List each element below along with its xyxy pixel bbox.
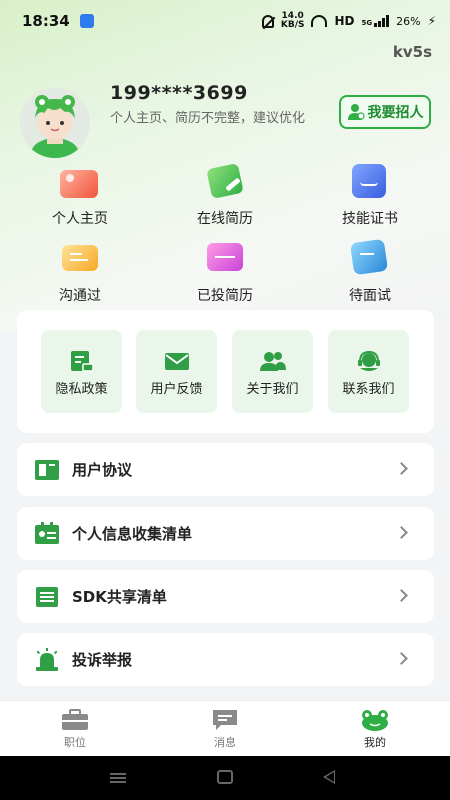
- tile-user-feedback[interactable]: 用户反馈: [136, 330, 217, 413]
- signal-icon: 5G: [361, 15, 390, 27]
- quick-link-label: 待面试: [349, 288, 391, 304]
- row-complaint-report[interactable]: 投诉举报: [17, 633, 434, 686]
- homepage-icon: [58, 162, 102, 202]
- service-card: 隐私政策 用户反馈 关于我们 联系我们: [17, 310, 434, 433]
- app-notification-icon: [79, 14, 94, 28]
- frog-avatar-icon: [20, 88, 90, 158]
- tile-privacy-policy[interactable]: 隐私政策: [41, 330, 122, 413]
- nav-label: 我的: [364, 736, 386, 749]
- device-label: kv5s: [392, 43, 432, 61]
- message-icon: [211, 709, 239, 731]
- resume-edit-icon: [203, 162, 247, 202]
- profile-hint[interactable]: 个人主页、简历不完整，建议优化: [110, 110, 320, 128]
- recruit-button-label: 我要招人: [367, 105, 424, 121]
- quick-link-label: 技能证书: [342, 211, 398, 227]
- battery-level: 26%: [396, 14, 421, 28]
- quick-link-interview[interactable]: 待面试: [310, 238, 430, 305]
- back-icon[interactable]: [323, 770, 335, 784]
- chevron-right-icon: [395, 652, 408, 665]
- row-label: 投诉举报: [72, 651, 133, 669]
- row-label: 个人信息收集清单: [72, 525, 193, 543]
- users-icon: [259, 350, 286, 372]
- nav-mine[interactable]: 我的: [330, 709, 420, 750]
- chat-icon: [58, 239, 102, 279]
- row-sdk-share-list[interactable]: SDK共享清单: [17, 570, 434, 623]
- alarm-icon: [34, 647, 60, 672]
- row-label: 用户协议: [72, 461, 133, 479]
- row-personal-info-list[interactable]: 个人信息收集清单: [17, 507, 434, 560]
- wifi-icon: [311, 15, 328, 27]
- network-speed: 14.0 KB/S: [281, 12, 305, 30]
- chevron-right-icon: [395, 526, 408, 539]
- tile-label: 用户反馈: [150, 382, 203, 397]
- frog-icon: [361, 709, 389, 731]
- sent-resume-icon: [203, 239, 247, 279]
- home-icon[interactable]: [217, 770, 233, 784]
- quick-link-label: 个人主页: [52, 211, 108, 227]
- quick-link-label: 已投简历: [197, 288, 253, 304]
- tile-contact-us[interactable]: 联系我们: [328, 330, 409, 413]
- certificate-icon: [348, 162, 392, 202]
- mail-icon: [164, 350, 190, 372]
- nav-jobs[interactable]: 职位: [30, 709, 120, 750]
- mute-icon: [261, 14, 274, 28]
- bottom-nav: 职位 消息 我的: [0, 700, 450, 756]
- list-icon: [34, 585, 60, 609]
- speed-unit: KB/S: [280, 20, 305, 30]
- avatar[interactable]: [20, 88, 90, 158]
- system-nav-bar: [0, 756, 450, 800]
- nav-messages[interactable]: 消息: [180, 709, 270, 750]
- interview-icon: [348, 238, 392, 279]
- recent-apps-icon[interactable]: [110, 773, 126, 783]
- headset-icon: [356, 350, 382, 372]
- nav-label: 消息: [214, 736, 236, 749]
- recruit-button[interactable]: 我要招人: [339, 95, 431, 129]
- hd-indicator: HD: [334, 14, 355, 28]
- user-phone: 199****3699: [110, 82, 248, 104]
- quick-link-resume[interactable]: 在线简历: [165, 162, 285, 228]
- nav-label: 职位: [64, 736, 86, 749]
- person-icon: [347, 104, 365, 120]
- chevron-right-icon: [395, 462, 408, 475]
- tile-label: 联系我们: [342, 382, 395, 397]
- charging-icon: ⚡: [427, 14, 436, 28]
- tile-label: 关于我们: [246, 382, 299, 397]
- chevron-right-icon: [395, 589, 408, 602]
- quick-link-sent-resume[interactable]: 已投简历: [165, 239, 285, 305]
- book-icon: [34, 458, 60, 482]
- row-label: SDK共享清单: [72, 588, 167, 606]
- tile-label: 隐私政策: [55, 382, 108, 397]
- quick-link-homepage[interactable]: 个人主页: [20, 162, 140, 228]
- privacy-doc-icon: [69, 350, 95, 372]
- status-indicators: 14.0 KB/S HD 5G 26% ⚡: [261, 12, 436, 30]
- quick-link-label: 沟通过: [59, 288, 101, 304]
- quick-link-chatted[interactable]: 沟通过: [20, 239, 140, 305]
- network-type: 5G: [361, 19, 373, 27]
- tile-about-us[interactable]: 关于我们: [232, 330, 313, 413]
- id-card-icon: [34, 521, 60, 546]
- status-bar: 18:34 14.0 KB/S HD 5G 26% ⚡: [0, 0, 450, 42]
- row-user-agreement[interactable]: 用户协议: [17, 443, 434, 496]
- quick-link-label: 在线简历: [197, 211, 253, 227]
- briefcase-icon: [61, 709, 89, 731]
- status-time: 18:34: [22, 12, 70, 30]
- quick-link-certificate[interactable]: 技能证书: [310, 162, 430, 228]
